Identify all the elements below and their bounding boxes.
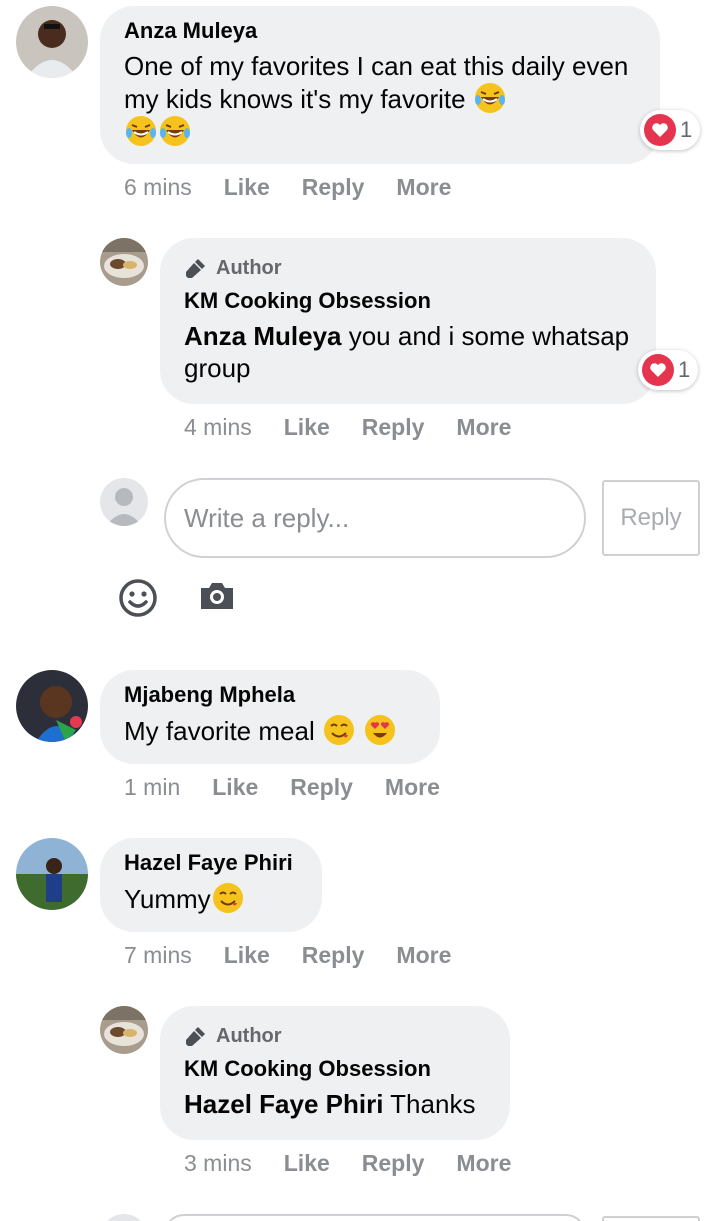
reply-input[interactable]: Write a reply... <box>164 478 586 558</box>
avatar[interactable] <box>16 6 88 78</box>
yum-emoji-icon <box>212 882 244 914</box>
avatar[interactable] <box>100 1006 148 1054</box>
reply-button[interactable]: Reply <box>362 414 425 441</box>
mention-link[interactable]: Anza Muleya <box>184 321 342 351</box>
reply-button[interactable]: Reply <box>362 1150 425 1177</box>
laughing-tears-emoji-icon <box>125 115 157 147</box>
author-badge: Author <box>184 256 632 280</box>
emoji-picker-icon[interactable] <box>118 578 158 618</box>
comment-actions: 7 mins Like Reply More <box>124 940 483 970</box>
more-button[interactable]: More <box>396 174 451 201</box>
author-badge: Author <box>184 1024 486 1048</box>
reply-button[interactable]: Reply <box>290 774 353 801</box>
reply-input-partial[interactable] <box>164 1214 586 1221</box>
heart-eyes-emoji-icon <box>364 714 396 746</box>
comment-time[interactable]: 1 min <box>124 774 180 801</box>
like-button[interactable]: Like <box>224 942 270 969</box>
comment-actions: 3 mins Like Reply More <box>184 1148 543 1178</box>
like-button[interactable]: Like <box>212 774 258 801</box>
comment-time[interactable]: 6 mins <box>124 174 192 201</box>
reply-submit-button-partial[interactable] <box>602 1216 700 1221</box>
reply-button[interactable]: Reply <box>302 942 365 969</box>
reaction-count: 1 <box>680 117 693 142</box>
comment-actions: 6 mins Like Reply More <box>124 172 483 202</box>
author-badge-label: Author <box>216 1025 282 1047</box>
comment-text: Hazel Faye Phiri Thanks <box>184 1089 476 1119</box>
yum-emoji-icon <box>323 714 355 746</box>
commenter-name[interactable]: KM Cooking Obsession <box>184 1056 486 1082</box>
comment-time[interactable]: 3 mins <box>184 1150 252 1177</box>
microphone-icon <box>186 259 205 278</box>
comment-bubble: Anza Muleya One of my favorites I can ea… <box>100 6 660 164</box>
like-button[interactable]: Like <box>284 414 330 441</box>
comment-bubble: Author KM Cooking Obsession Anza Muleya … <box>160 238 656 404</box>
comment-text: My favorite meal <box>124 714 416 747</box>
comment-actions: 4 mins Like Reply More <box>184 412 543 442</box>
reaction-summary[interactable]: 1 <box>640 110 701 150</box>
more-button[interactable]: More <box>456 414 511 441</box>
reply-button[interactable]: Reply <box>302 174 365 201</box>
comment-bubble: Author KM Cooking Obsession Hazel Faye P… <box>160 1006 510 1140</box>
avatar[interactable] <box>16 838 88 910</box>
more-button[interactable]: More <box>385 774 440 801</box>
love-reaction-icon <box>642 354 674 386</box>
author-badge-label: Author <box>216 257 282 279</box>
current-user-avatar <box>100 478 148 526</box>
comment-text: One of my favorites I can eat this daily… <box>124 50 636 148</box>
laughing-tears-emoji-icon <box>159 115 191 147</box>
microphone-icon <box>186 1027 205 1046</box>
mention-link[interactable]: Hazel Faye Phiri <box>184 1089 383 1119</box>
commenter-name[interactable]: Mjabeng Mphela <box>124 682 416 708</box>
comment-time[interactable]: 4 mins <box>184 414 252 441</box>
comment-bubble: Hazel Faye Phiri Yummy <box>100 838 322 932</box>
reply-submit-button[interactable]: Reply <box>602 480 700 556</box>
reaction-summary[interactable]: 1 <box>638 350 699 390</box>
comment-actions: 1 min Like Reply More <box>124 772 472 802</box>
like-button[interactable]: Like <box>284 1150 330 1177</box>
commenter-name[interactable]: Anza Muleya <box>124 18 636 44</box>
comment-text: Yummy <box>124 882 298 915</box>
comment-time[interactable]: 7 mins <box>124 942 192 969</box>
commenter-name[interactable]: KM Cooking Obsession <box>184 288 632 314</box>
more-button[interactable]: More <box>456 1150 511 1177</box>
avatar[interactable] <box>16 670 88 742</box>
comment-bubble: Mjabeng Mphela My favorite meal <box>100 670 440 764</box>
comment-text: Anza Muleya you and i some whatsap group <box>184 321 630 383</box>
current-user-avatar <box>100 1214 148 1221</box>
love-reaction-icon <box>644 114 676 146</box>
commenter-name[interactable]: Hazel Faye Phiri <box>124 850 298 876</box>
laughing-tears-emoji-icon <box>474 82 506 114</box>
more-button[interactable]: More <box>396 942 451 969</box>
reaction-count: 1 <box>678 357 691 382</box>
avatar[interactable] <box>100 238 148 286</box>
camera-icon[interactable] <box>197 576 237 616</box>
like-button[interactable]: Like <box>224 174 270 201</box>
